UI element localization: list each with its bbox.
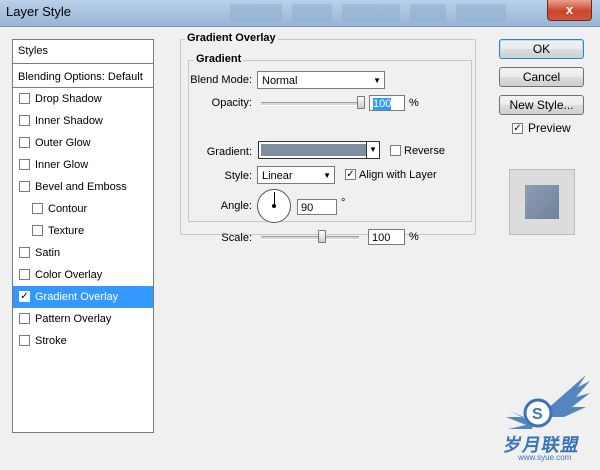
style-item-label: Stroke: [35, 335, 67, 347]
close-icon: x: [565, 2, 574, 17]
dialog-client: Styles Blending Options: Default Drop Sh…: [0, 27, 600, 462]
svg-text:S: S: [532, 406, 543, 423]
styles-list: Styles Blending Options: Default Drop Sh…: [12, 39, 154, 433]
angle-value: 90: [301, 202, 314, 214]
style-preview: [509, 169, 575, 235]
angle-center: [272, 204, 276, 208]
align-label: Align with Layer: [359, 169, 437, 181]
blend-mode-label: Blend Mode:: [190, 74, 252, 86]
window-title: Layer Style: [6, 4, 72, 19]
scale-value: 100: [372, 232, 391, 244]
opacity-input[interactable]: 100: [369, 95, 405, 111]
style-value: Linear: [262, 170, 293, 182]
style-checkbox[interactable]: [19, 136, 30, 148]
style-item-label: Texture: [48, 225, 85, 237]
style-item-inner-glow[interactable]: Inner Glow: [13, 154, 153, 176]
styles-header[interactable]: Styles: [13, 40, 153, 64]
style-item-label: Bevel and Emboss: [35, 181, 127, 193]
style-checkbox[interactable]: [32, 224, 43, 236]
preview-label: Preview: [528, 121, 571, 135]
style-item-pattern-overlay[interactable]: Pattern Overlay: [13, 308, 153, 330]
section-title: Gradient Overlay: [185, 32, 278, 44]
style-checkbox[interactable]: [19, 92, 30, 104]
gradient-label: Gradient:: [206, 146, 252, 158]
watermark-logo: S 岁月联盟 www.syue.com: [498, 367, 594, 467]
gradient-preview[interactable]: [261, 144, 367, 156]
cancel-button[interactable]: Cancel: [499, 67, 584, 87]
title-bar: Layer Style x: [0, 0, 600, 27]
blending-options-item[interactable]: Blending Options: Default: [13, 67, 153, 88]
style-item-bevel-and-emboss[interactable]: Bevel and Emboss: [13, 176, 153, 198]
new-style-button[interactable]: New Style...: [499, 95, 584, 115]
chevron-down-icon: ▼: [323, 171, 331, 180]
background-blur: [230, 4, 510, 22]
style-item-inner-shadow[interactable]: Inner Shadow: [13, 110, 153, 132]
close-button[interactable]: x: [547, 0, 592, 21]
scale-label: Scale:: [221, 232, 252, 244]
style-label: Style:: [224, 170, 252, 182]
scale-slider-thumb[interactable]: [317, 230, 326, 243]
style-checkbox[interactable]: [19, 334, 30, 346]
angle-input[interactable]: 90: [297, 199, 337, 215]
scale-input[interactable]: 100: [368, 229, 405, 245]
style-item-label: Inner Glow: [35, 159, 89, 171]
style-item-stroke[interactable]: Stroke: [13, 330, 153, 352]
style-checkbox[interactable]: [19, 246, 30, 258]
subsection-title: Gradient: [194, 53, 244, 65]
style-item-label: Outer Glow: [35, 137, 91, 149]
opacity-label: Opacity:: [211, 97, 252, 109]
opacity-value: 100: [373, 98, 392, 110]
reverse-label: Reverse: [404, 145, 445, 157]
preview-swatch: [525, 185, 559, 219]
style-item-satin[interactable]: Satin: [13, 242, 153, 264]
style-item-label: Inner Shadow: [35, 115, 103, 127]
opacity-slider-thumb[interactable]: [357, 96, 365, 109]
scale-unit: %: [409, 231, 419, 243]
style-item-label: Pattern Overlay: [35, 313, 112, 325]
angle-label: Angle:: [220, 200, 252, 212]
style-item-gradient-overlay[interactable]: ✓ Gradient Overlay: [13, 286, 153, 308]
style-item-label: Color Overlay: [35, 269, 103, 281]
style-item-contour[interactable]: Contour: [13, 198, 153, 220]
style-item-label: Drop Shadow: [35, 93, 102, 105]
align-checkbox[interactable]: ✓: [345, 169, 356, 180]
style-checkbox[interactable]: ✓: [19, 290, 30, 302]
blend-mode-select[interactable]: Normal ▼: [257, 71, 385, 89]
style-item-label: Satin: [35, 247, 61, 259]
chevron-down-icon[interactable]: ▼: [366, 142, 379, 158]
style-item-drop-shadow[interactable]: Drop Shadow: [13, 88, 153, 110]
style-item-label: Gradient Overlay: [35, 291, 119, 303]
angle-dial[interactable]: [257, 189, 291, 223]
style-checkbox[interactable]: [32, 202, 43, 214]
style-item-label: Contour: [48, 203, 88, 215]
reverse-checkbox[interactable]: [390, 145, 401, 156]
opacity-unit: %: [409, 97, 419, 109]
style-checkbox[interactable]: [19, 312, 30, 324]
style-select[interactable]: Linear ▼: [257, 166, 335, 184]
ok-button[interactable]: OK: [499, 39, 584, 59]
style-checkbox[interactable]: [19, 114, 30, 126]
style-item-color-overlay[interactable]: Color Overlay: [13, 264, 153, 286]
chevron-down-icon: ▼: [373, 76, 381, 85]
style-item-texture[interactable]: Texture: [13, 220, 153, 242]
scale-slider-track[interactable]: [261, 236, 359, 240]
watermark-url: www.syue.com: [518, 453, 572, 462]
angle-unit: °: [341, 197, 346, 209]
style-item-outer-glow[interactable]: Outer Glow: [13, 132, 153, 154]
gradient-picker[interactable]: ▼: [258, 141, 380, 159]
style-items: Drop Shadow Inner Shadow Outer Glow Inner G…: [13, 88, 153, 352]
opacity-slider-track[interactable]: [261, 102, 365, 106]
style-checkbox[interactable]: [19, 158, 30, 170]
preview-checkbox[interactable]: ✓: [512, 123, 523, 134]
style-checkbox[interactable]: [19, 268, 30, 280]
style-checkbox[interactable]: [19, 180, 30, 192]
blend-mode-value: Normal: [262, 75, 298, 87]
